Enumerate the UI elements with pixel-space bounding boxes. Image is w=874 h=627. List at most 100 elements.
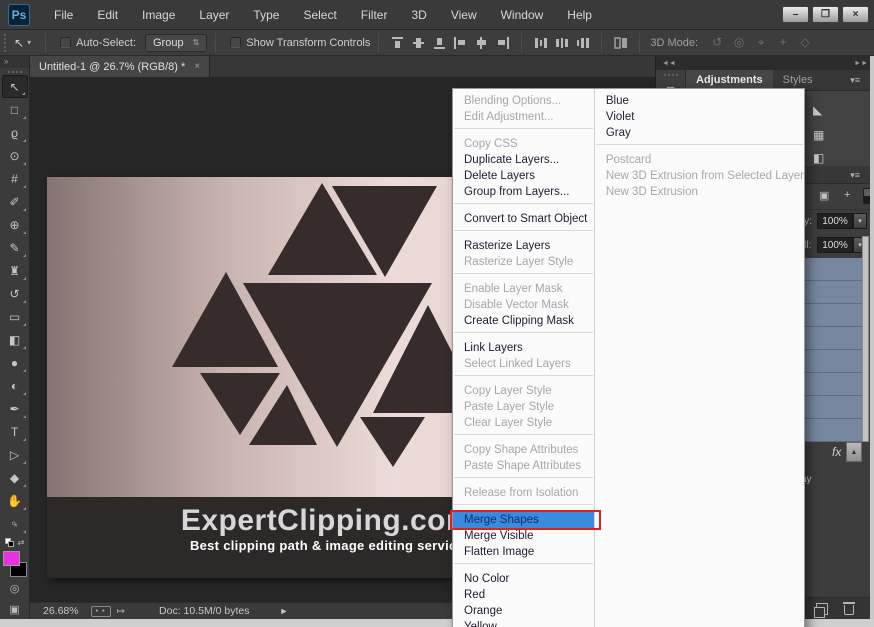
align-vertical-centers-icon[interactable] bbox=[410, 35, 427, 51]
lock-position-icon[interactable]: + bbox=[844, 189, 850, 201]
3d-rotate-icon[interactable]: ↺ bbox=[708, 35, 726, 50]
panel-tab[interactable]: Adjustments bbox=[686, 70, 773, 90]
shape-tool[interactable]: ◆ bbox=[2, 466, 28, 489]
document-tab[interactable]: Untitled-1 @ 26.7% (RGB/8) * × bbox=[30, 56, 210, 77]
context-menu-item[interactable] bbox=[453, 563, 594, 571]
layer-row-selected[interactable] bbox=[804, 327, 867, 350]
context-menu-item[interactable]: Merge Visible bbox=[453, 528, 594, 544]
context-menu-item[interactable]: Violet bbox=[595, 109, 804, 125]
move-tool-option-icon[interactable]: ↖▾ bbox=[14, 36, 31, 50]
lock-pixels-icon[interactable]: ▣ bbox=[819, 189, 829, 202]
context-menu-item[interactable]: Create Clipping Mask bbox=[453, 313, 594, 329]
menu-item[interactable]: View bbox=[439, 4, 489, 26]
gradient-tool[interactable]: ◧ bbox=[2, 328, 28, 351]
group-select[interactable]: Group ⇅ bbox=[145, 34, 207, 52]
crop-tool[interactable]: # bbox=[2, 167, 28, 190]
new-layer-icon[interactable] bbox=[816, 603, 828, 615]
dodge-tool[interactable]: ◐ bbox=[2, 374, 28, 397]
healing-brush-tool[interactable]: ⊕ bbox=[2, 213, 28, 236]
menu-item[interactable]: Edit bbox=[85, 4, 130, 26]
tab-close-icon[interactable]: × bbox=[194, 61, 200, 72]
3d-scale-icon[interactable]: ◇ bbox=[796, 35, 814, 50]
eyedropper-tool[interactable]: ✐ bbox=[2, 190, 28, 213]
menu-item[interactable]: Image bbox=[130, 4, 187, 26]
opacity-field[interactable]: 100% bbox=[817, 213, 853, 229]
align-right-edges-icon[interactable] bbox=[494, 35, 511, 51]
layer-row-selected[interactable] bbox=[804, 350, 867, 373]
context-menu-item[interactable] bbox=[453, 434, 594, 442]
context-menu-item[interactable]: Orange bbox=[453, 603, 594, 619]
toolbar-grip[interactable] bbox=[8, 71, 22, 73]
move-tool[interactable]: ↖ bbox=[2, 75, 28, 98]
zoom-tool[interactable]: ♀ bbox=[2, 512, 28, 535]
scroll-up-icon[interactable]: ▲ bbox=[846, 442, 862, 462]
3d-drag-icon[interactable]: ⌖ bbox=[752, 35, 770, 50]
fx-label[interactable]: fx bbox=[832, 445, 841, 459]
context-menu-item[interactable] bbox=[453, 230, 594, 238]
screen-mode-icon[interactable]: ▣ bbox=[2, 600, 28, 619]
history-brush-tool[interactable]: ↺ bbox=[2, 282, 28, 305]
mini-bridge-icon[interactable]: ● ● bbox=[91, 606, 111, 617]
menu-item[interactable]: Layer bbox=[187, 4, 241, 26]
align-bottom-edges-icon[interactable] bbox=[431, 35, 448, 51]
quick-mask-icon[interactable]: ◎ bbox=[2, 579, 28, 598]
rectangular-marquee-tool[interactable]: □ bbox=[2, 98, 28, 121]
quick-selection-tool[interactable]: ⊙ bbox=[2, 144, 28, 167]
context-menu-item[interactable] bbox=[453, 273, 594, 281]
pen-tool[interactable]: ✒ bbox=[2, 397, 28, 420]
auto-align-layers-icon[interactable] bbox=[612, 35, 629, 51]
context-menu-item[interactable]: Rasterize Layers bbox=[453, 238, 594, 254]
share-icon[interactable]: ↦ bbox=[117, 606, 125, 617]
menu-item[interactable]: Window bbox=[489, 4, 556, 26]
lasso-tool[interactable]: ϱ bbox=[2, 121, 28, 144]
context-menu-item[interactable]: Link Layers bbox=[453, 340, 594, 356]
adjustment-icon[interactable]: ◣ bbox=[813, 103, 822, 117]
distribute-right-edges-icon[interactable] bbox=[574, 35, 591, 51]
menu-item[interactable]: File bbox=[42, 4, 85, 26]
expand-panels-icon[interactable]: ◄◄ bbox=[662, 60, 676, 67]
restore-button[interactable]: ❐ bbox=[812, 6, 839, 23]
align-left-edges-icon[interactable] bbox=[452, 35, 469, 51]
context-menu-item[interactable]: Blue bbox=[595, 93, 804, 109]
delete-layer-icon[interactable] bbox=[844, 605, 854, 615]
layer-row-selected[interactable] bbox=[804, 258, 867, 281]
context-menu-item[interactable]: Flatten Image bbox=[453, 544, 594, 560]
minimize-button[interactable]: – bbox=[782, 6, 809, 23]
layer-row-selected[interactable] bbox=[804, 396, 867, 419]
menu-item[interactable]: Select bbox=[291, 4, 348, 26]
layer-row-selected[interactable] bbox=[804, 304, 867, 327]
context-menu-item[interactable] bbox=[453, 203, 594, 211]
eraser-tool[interactable]: ▭ bbox=[2, 305, 28, 328]
adjustment-icon[interactable]: ▦ bbox=[813, 128, 824, 142]
align-top-edges-icon[interactable] bbox=[389, 35, 406, 51]
status-options-arrow-icon[interactable]: ► bbox=[279, 606, 288, 616]
opacity-dropdown-icon[interactable]: ▾ bbox=[853, 213, 867, 229]
menu-item[interactable]: 3D bbox=[399, 4, 438, 26]
options-grip[interactable] bbox=[4, 34, 7, 52]
context-menu-item[interactable]: Gray bbox=[595, 125, 804, 141]
adjustment-icon[interactable]: ◧ bbox=[813, 151, 824, 165]
align-horizontal-centers-icon[interactable] bbox=[473, 35, 490, 51]
toolbar-collapse-icon[interactable]: » bbox=[0, 56, 29, 68]
menu-item[interactable]: Help bbox=[555, 4, 604, 26]
distribute-horizontal-centers-icon[interactable] bbox=[553, 35, 570, 51]
collapse-panels-icon[interactable]: ►► bbox=[854, 60, 868, 67]
hand-tool[interactable]: ✋ bbox=[2, 489, 28, 512]
type-tool[interactable]: T bbox=[2, 420, 28, 443]
panel-tab[interactable]: Styles bbox=[773, 70, 823, 90]
show-transform-checkbox[interactable] bbox=[230, 37, 241, 48]
context-menu-item[interactable] bbox=[595, 144, 804, 152]
path-selection-tool[interactable]: ▷ bbox=[2, 443, 28, 466]
context-menu-item[interactable]: Group from Layers... bbox=[453, 184, 594, 200]
3d-roll-icon[interactable]: ◎ bbox=[730, 35, 748, 50]
layer-row-selected[interactable] bbox=[804, 419, 867, 442]
dock-grip[interactable] bbox=[664, 74, 678, 76]
context-menu-item[interactable]: Yellow bbox=[453, 619, 594, 627]
blur-tool[interactable]: ● bbox=[2, 351, 28, 374]
fill-field[interactable]: 100% bbox=[817, 237, 853, 253]
default-colors-icon[interactable] bbox=[5, 538, 14, 547]
layers-scrollbar[interactable] bbox=[862, 236, 869, 442]
foreground-color-swatch[interactable] bbox=[3, 551, 20, 566]
menu-item[interactable]: Filter bbox=[349, 4, 400, 26]
context-menu-item[interactable]: Convert to Smart Object bbox=[453, 211, 594, 227]
